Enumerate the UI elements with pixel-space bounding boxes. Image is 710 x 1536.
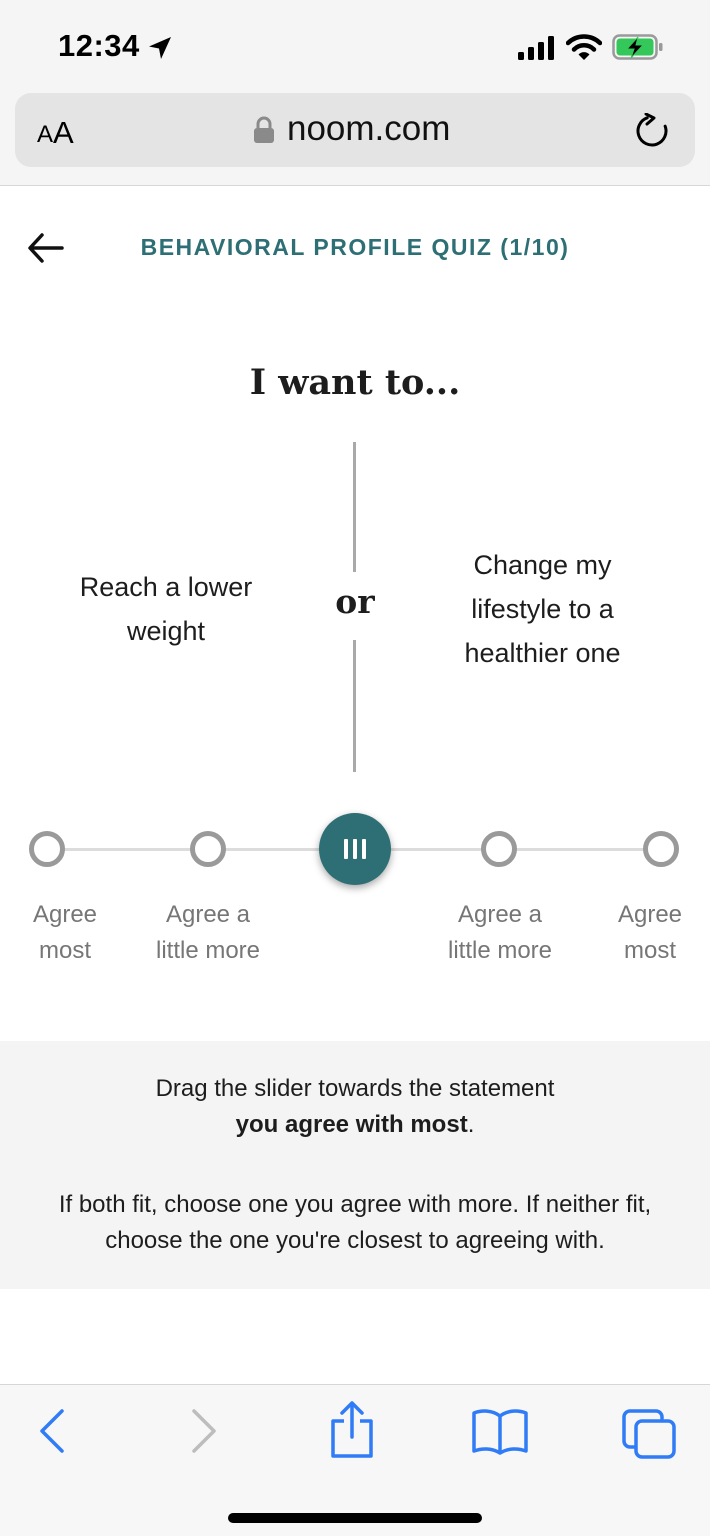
instructions-panel: Drag the slider towards the statement yo… xyxy=(0,1041,710,1289)
instruction-line-1: Drag the slider towards the statement xyxy=(155,1075,555,1102)
divider-bottom xyxy=(353,640,356,772)
slider-label-agree-most-left: Agree most xyxy=(32,901,98,964)
slider-label-agree-little-more-left: Agree a little more xyxy=(155,901,261,964)
location-arrow-icon xyxy=(149,37,171,59)
instruction-line-2: you agree with most. xyxy=(235,1111,475,1138)
browser-header: AA noom.com xyxy=(0,88,710,186)
slider-stop-agree-most-right[interactable] xyxy=(643,831,679,867)
slider-label-agree-little-more-right: Agree a little more xyxy=(447,901,553,964)
grip-icon xyxy=(344,839,348,859)
tabs-icon[interactable] xyxy=(620,1407,678,1459)
slider-stop-agree-little-more-left[interactable] xyxy=(190,831,226,867)
statement-left: Reach a lower weight xyxy=(79,572,253,646)
back-chevron-icon[interactable] xyxy=(34,1407,70,1455)
url-text[interactable]: noom.com xyxy=(287,109,450,149)
slider-label-agree-most-right: Agree most xyxy=(617,901,683,964)
divider-top xyxy=(353,442,356,572)
slider-thumb[interactable] xyxy=(319,813,391,885)
browser-toolbar xyxy=(0,1384,710,1536)
status-time: 12:34 xyxy=(58,28,140,63)
address-bar[interactable]: AA noom.com xyxy=(15,93,695,167)
slider-stop-agree-little-more-right[interactable] xyxy=(481,831,517,867)
slider-stop-agree-most-left[interactable] xyxy=(29,831,65,867)
share-icon[interactable] xyxy=(328,1401,376,1459)
home-indicator[interactable] xyxy=(228,1513,482,1523)
forward-chevron-icon[interactable] xyxy=(186,1407,222,1455)
status-bar: 12:34 xyxy=(0,0,710,88)
statement-right: Change my lifestyle to a healthier one xyxy=(464,550,621,668)
quiz-title: BEHAVIORAL PROFILE QUIZ (1/10) xyxy=(140,234,570,260)
lock-icon xyxy=(254,116,274,143)
bookmarks-icon[interactable] xyxy=(470,1407,530,1455)
cellular-signal-icon xyxy=(518,36,554,60)
battery-charging-icon xyxy=(612,34,663,60)
wifi-icon xyxy=(566,34,602,60)
question-heading: I want to... xyxy=(249,362,461,403)
text-size-button[interactable]: AA xyxy=(37,113,74,148)
instruction-line-3: If both fit, choose one you agree with m… xyxy=(58,1191,652,1254)
reload-icon[interactable] xyxy=(635,113,669,149)
